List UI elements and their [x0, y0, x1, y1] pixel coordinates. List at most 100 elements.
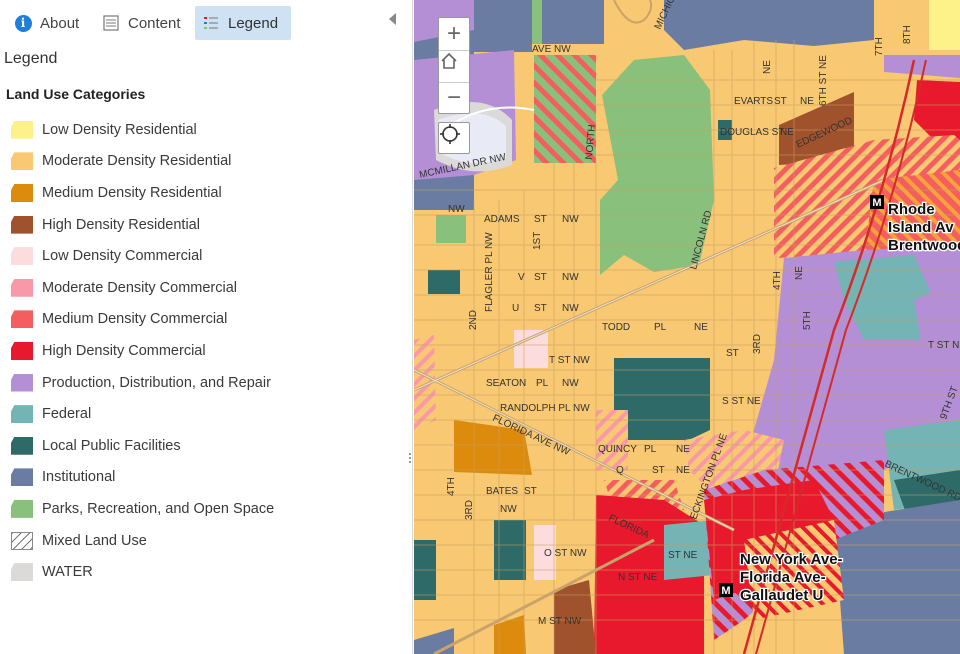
tab-about[interactable]: i About: [8, 6, 94, 40]
tab-bar: i About Content Legend: [0, 0, 412, 44]
legend-label: Local Public Facilities: [42, 437, 181, 454]
metro-station-noma[interactable]: M: [719, 583, 733, 597]
legend-item: Medium Density Residential: [0, 177, 400, 209]
info-icon: i: [14, 14, 32, 32]
land-use-map: M M Rhode Island Av Brentwood New York A…: [414, 0, 960, 654]
legend-panel: i About Content Legend Legend Land Use C…: [0, 0, 413, 654]
street-label: TODD: [602, 322, 630, 333]
street-label: Q: [616, 465, 624, 476]
street-label: V: [518, 272, 525, 283]
legend-item: Local Public Facilities: [0, 430, 400, 462]
street-label: NW: [562, 214, 579, 225]
station-label: New York Ave-: [740, 551, 843, 568]
tab-content[interactable]: Content: [96, 6, 194, 40]
street-label: NE: [676, 465, 690, 476]
street-label: 1ST: [532, 232, 543, 250]
street-label: 7TH: [874, 37, 885, 56]
street-label: U: [512, 303, 519, 314]
tab-legend-label: Legend: [228, 14, 279, 32]
legend-swatch: [11, 152, 33, 171]
street-label: BATES: [486, 486, 518, 497]
legend-swatch: [11, 247, 33, 266]
legend-item: WATER: [0, 556, 400, 588]
legend-label: High Density Residential: [42, 216, 200, 233]
street-label: QUINCY: [598, 444, 637, 455]
locate-button[interactable]: [438, 122, 470, 154]
legend-item: High Density Commercial: [0, 335, 400, 367]
street-label: ADAMS: [484, 214, 520, 225]
map-view[interactable]: M M Rhode Island Av Brentwood New York A…: [414, 0, 960, 654]
legend-label: Low Density Residential: [42, 121, 197, 138]
legend-item: Mixed Land Use: [0, 525, 400, 557]
street-label: 4TH: [446, 477, 457, 496]
street-label: EVARTS: [734, 96, 773, 107]
station-label: Island Av: [888, 219, 954, 236]
legend-swatch: [11, 436, 33, 455]
street-label: ST: [524, 486, 537, 497]
station-label: Florida Ave-: [740, 569, 826, 586]
legend-label: Medium Density Commercial: [42, 311, 228, 328]
legend-swatch: [11, 373, 33, 392]
collapse-panel-icon[interactable]: [389, 13, 396, 25]
street-label: ST: [774, 96, 787, 107]
street-label: NE: [780, 127, 794, 138]
home-icon: [441, 52, 457, 69]
street-label: NE: [694, 322, 708, 333]
layers-list-icon: [102, 14, 120, 32]
street-label: ST: [652, 465, 665, 476]
street-label: NE: [676, 444, 690, 455]
legend-swatch: [11, 120, 33, 139]
street-label: 2ND: [468, 310, 479, 330]
street-label: NW: [500, 504, 517, 515]
legend-label: Production, Distribution, and Repair: [42, 374, 271, 391]
station-label: Brentwood: [888, 237, 960, 254]
metro-station-rhode-island[interactable]: M: [870, 195, 884, 209]
station-label: Rhode: [888, 201, 935, 218]
street-label: NW: [562, 272, 579, 283]
legend-list: Low Density Residential Moderate Density…: [0, 114, 400, 588]
locate-icon: [440, 124, 460, 144]
legend-label: Moderate Density Residential: [42, 153, 232, 170]
street-label: O ST NW: [544, 548, 587, 559]
legend-label: Moderate Density Commercial: [42, 279, 238, 296]
tab-legend[interactable]: Legend: [195, 6, 291, 40]
street-label: SEATON: [486, 378, 526, 389]
legend-label: Low Density Commercial: [42, 248, 203, 265]
street-label: ST: [534, 303, 547, 314]
street-label: FLAGLER PL NW: [484, 232, 495, 312]
street-label: PL: [654, 322, 667, 333]
street-label: NW: [448, 204, 465, 215]
legend-item: Production, Distribution, and Repair: [0, 367, 400, 399]
legend-swatch: [11, 310, 33, 329]
legend-item: Low Density Residential: [0, 114, 400, 146]
legend-swatch-hatch: [11, 531, 33, 550]
legend-label: High Density Commercial: [42, 342, 206, 359]
street-label: 3RD: [752, 334, 763, 354]
legend-label: Parks, Recreation, and Open Space: [42, 500, 275, 517]
home-button[interactable]: [439, 50, 469, 83]
station-label: Gallaudet U: [740, 587, 823, 604]
legend-item: Medium Density Commercial: [0, 304, 400, 336]
street-label: ST: [726, 348, 739, 359]
legend-item: Institutional: [0, 462, 400, 494]
svg-text:M: M: [872, 197, 881, 209]
street-label: NW: [562, 303, 579, 314]
legend-item: Parks, Recreation, and Open Space: [0, 493, 400, 525]
street-label: NW: [562, 378, 579, 389]
legend-swatch: [11, 215, 33, 234]
street-label: NE: [762, 60, 773, 74]
zoom-in-button[interactable]: +: [439, 18, 469, 49]
zoom-out-button[interactable]: −: [439, 82, 469, 113]
street-label: DOUGLAS ST: [720, 127, 784, 138]
street-label: 8TH: [902, 25, 913, 44]
panel-title: Legend: [4, 50, 58, 67]
legend-swatch: [11, 499, 33, 518]
street-label: 3RD: [464, 500, 475, 520]
street-label: NE: [800, 96, 814, 107]
street-label: PL: [644, 444, 657, 455]
street-label: M ST NW: [538, 616, 582, 627]
tab-content-label: Content: [128, 14, 181, 32]
panel-resize-handle[interactable]: [409, 451, 412, 469]
legend-icon: [202, 14, 220, 32]
legend-label: WATER: [42, 564, 93, 581]
